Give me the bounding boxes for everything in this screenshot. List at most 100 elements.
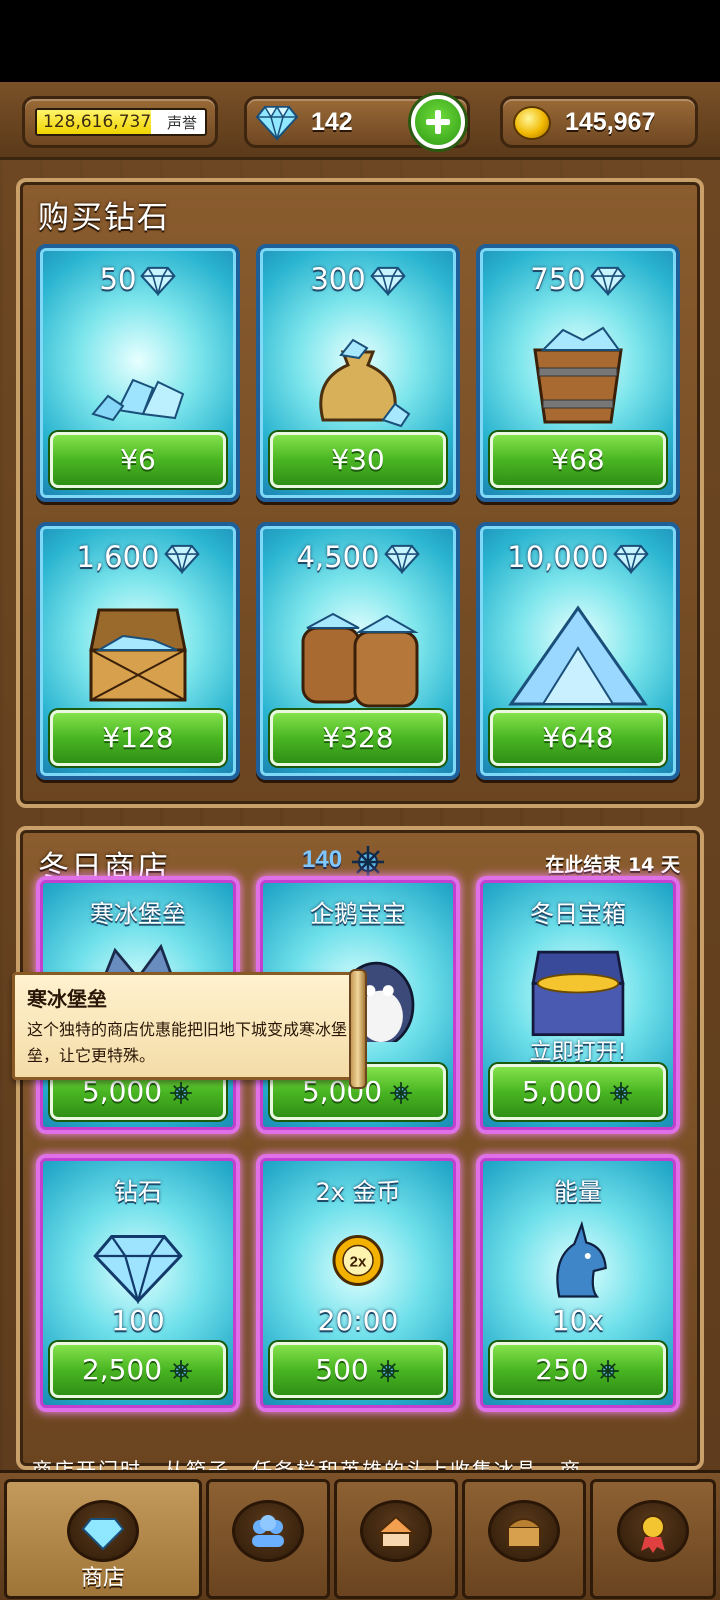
nav-tab[interactable]: 商店 [4,1479,202,1599]
item-price: 2,500 [81,1353,163,1386]
buy-pack-button[interactable]: ¥648 [490,710,666,766]
unicorn-icon [556,1220,607,1298]
buy-pack-button[interactable]: ¥6 [50,432,226,488]
pack-amount-value: 4,500 [296,540,380,574]
pack-amount-value: 1,600 [76,540,160,574]
item-subtitle: 10x [551,1304,605,1337]
ice-crystal-count: 140 [302,846,343,873]
ice-crystal-icon [369,1353,401,1386]
pack-amount: 10,000 [480,540,676,576]
fame-label: 声誉 [167,114,198,132]
item-subtitle: 20:00 [317,1304,399,1337]
item-title: 寒冰堡垒 [90,900,186,928]
diamond-pack-card[interactable]: 1,600 ¥128 [36,522,240,780]
buy-item-button[interactable]: 250 [490,1342,666,1398]
ice-crystal-icon [382,1075,414,1108]
diamond-pack-card[interactable]: 10,000 ¥648 [476,522,680,780]
diamond-icon [81,1518,125,1551]
ice-crystal-icon [589,1353,621,1386]
nav-tab[interactable] [462,1479,586,1599]
gem-chest-icon [89,608,187,702]
item-subtitle: 立即打开! [529,1040,627,1065]
panel-title: 购买钻石 [38,200,170,236]
countdown-text: 在此结束 14 天 [545,854,680,876]
buy-item-button[interactable]: 5,000 [490,1064,666,1120]
item-title: 2x 金币 [315,1178,401,1206]
nav-badge [488,1500,560,1562]
status-bar [0,0,720,82]
winter-shop-item[interactable]: 能量 10x 250 [476,1154,680,1412]
pack-amount: 4,500 [260,540,456,576]
gem-barrels-icon [301,612,419,708]
buy-pack-button[interactable]: ¥128 [50,710,226,766]
diamond-pack-card[interactable]: 50 ¥6 [36,244,240,502]
item-title: 冬日宝箱 [530,900,626,928]
pack-amount: 1,600 [40,540,236,576]
gem-counter: 142 [244,95,470,149]
item-title: 能量 [554,1178,602,1206]
winter-shop-item[interactable]: 2x 金币 2x 20:00 500 [256,1154,460,1412]
bottom-nav: 商店 [0,1470,720,1600]
nav-tab[interactable] [590,1479,716,1599]
fame-bar: 128,616,737 声誉 [35,108,207,136]
gold-coin-icon [513,106,551,140]
buy-item-button[interactable]: 2,500 [50,1342,226,1398]
diamond-pack-card[interactable]: 300 ¥30 [256,244,460,502]
pack-amount-value: 10,000 [507,540,609,574]
add-gems-button[interactable] [411,95,465,149]
diamond-icon [586,262,626,298]
pack-amount-value: 750 [530,262,586,296]
tooltip-body: 这个独特的商店优惠能把旧地下城变成寒冰堡垒，让它更特殊。 [27,1020,348,1065]
village-icon [375,1515,417,1548]
gem-count: 142 [311,108,353,136]
buy-pack-button[interactable]: ¥68 [490,432,666,488]
diamond-pack-card[interactable]: 750 ¥68 [476,244,680,502]
gem-pile-small-icon [91,378,185,422]
currency-bar: 128,616,737 声誉 142 145,967 [0,82,720,160]
winter-shop-item[interactable]: 冬日宝箱 立即打开! 5,000 [476,876,680,1134]
nav-tab[interactable] [334,1479,458,1599]
pack-amount-value: 300 [310,262,366,296]
diamond-icon [93,1235,183,1304]
nav-badge [617,1500,689,1562]
nav-tab-label: 商店 [80,1566,125,1591]
buy-pack-button[interactable]: ¥328 [270,710,446,766]
pack-amount-value: 50 [99,262,137,296]
pack-amount: 750 [480,262,676,298]
medal-icon [641,1515,665,1553]
gem-mountain-icon [508,605,648,706]
nav-tab[interactable] [206,1479,330,1599]
coin-count: 145,967 [565,108,656,136]
buy-pack-button[interactable]: ¥30 [270,432,446,488]
pack-amount: 300 [260,262,456,298]
pack-amount: 50 [40,262,236,298]
fame-meter[interactable]: 128,616,737 声誉 [22,96,218,148]
ice-crystal-icon [352,846,384,878]
buy-item-button[interactable]: 500 [270,1342,446,1398]
item-tooltip: 寒冰堡垒 这个独特的商店优惠能把旧地下城变成寒冰堡垒，让它更特殊。 [12,969,367,1089]
nav-badge [360,1500,432,1562]
diamond-icon [609,540,649,576]
chest-icon [507,1518,541,1548]
heroes-icon [252,1515,284,1547]
diamond-pack-card[interactable]: 4,500 ¥328 [256,522,460,780]
tooltip-title: 寒冰堡垒 [27,987,107,1011]
winter-shop-item[interactable]: 钻石 100 2,500 [36,1154,240,1412]
buy-diamonds-panel: 购买钻石 50 ¥6 300 ¥30 750 ¥68 1,600 ¥128 4,… [16,178,704,808]
gem-bucket-icon [533,326,623,424]
coin-counter: 145,967 [500,96,698,148]
svg-text:2x: 2x [350,1254,367,1271]
item-title: 企鹅宝宝 [310,900,406,928]
diamond-icon [366,262,406,298]
nav-badge [232,1500,304,1562]
winter-shop-panel: 冬日商店 140 在此结束 14 天 寒冰堡垒 5,000 企鹅宝宝 5,000… [16,826,704,1470]
double-coin-icon: 2x [332,1235,384,1286]
item-title: 钻石 [114,1178,162,1206]
item-subtitle: 100 [111,1304,165,1337]
ice-crystal-icon [602,1075,634,1108]
ice-crystal-icon [162,1353,194,1386]
item-price: 500 [315,1353,369,1386]
gem-sack-icon [319,338,411,428]
item-price: 250 [535,1353,589,1386]
diamond-icon [255,105,299,141]
